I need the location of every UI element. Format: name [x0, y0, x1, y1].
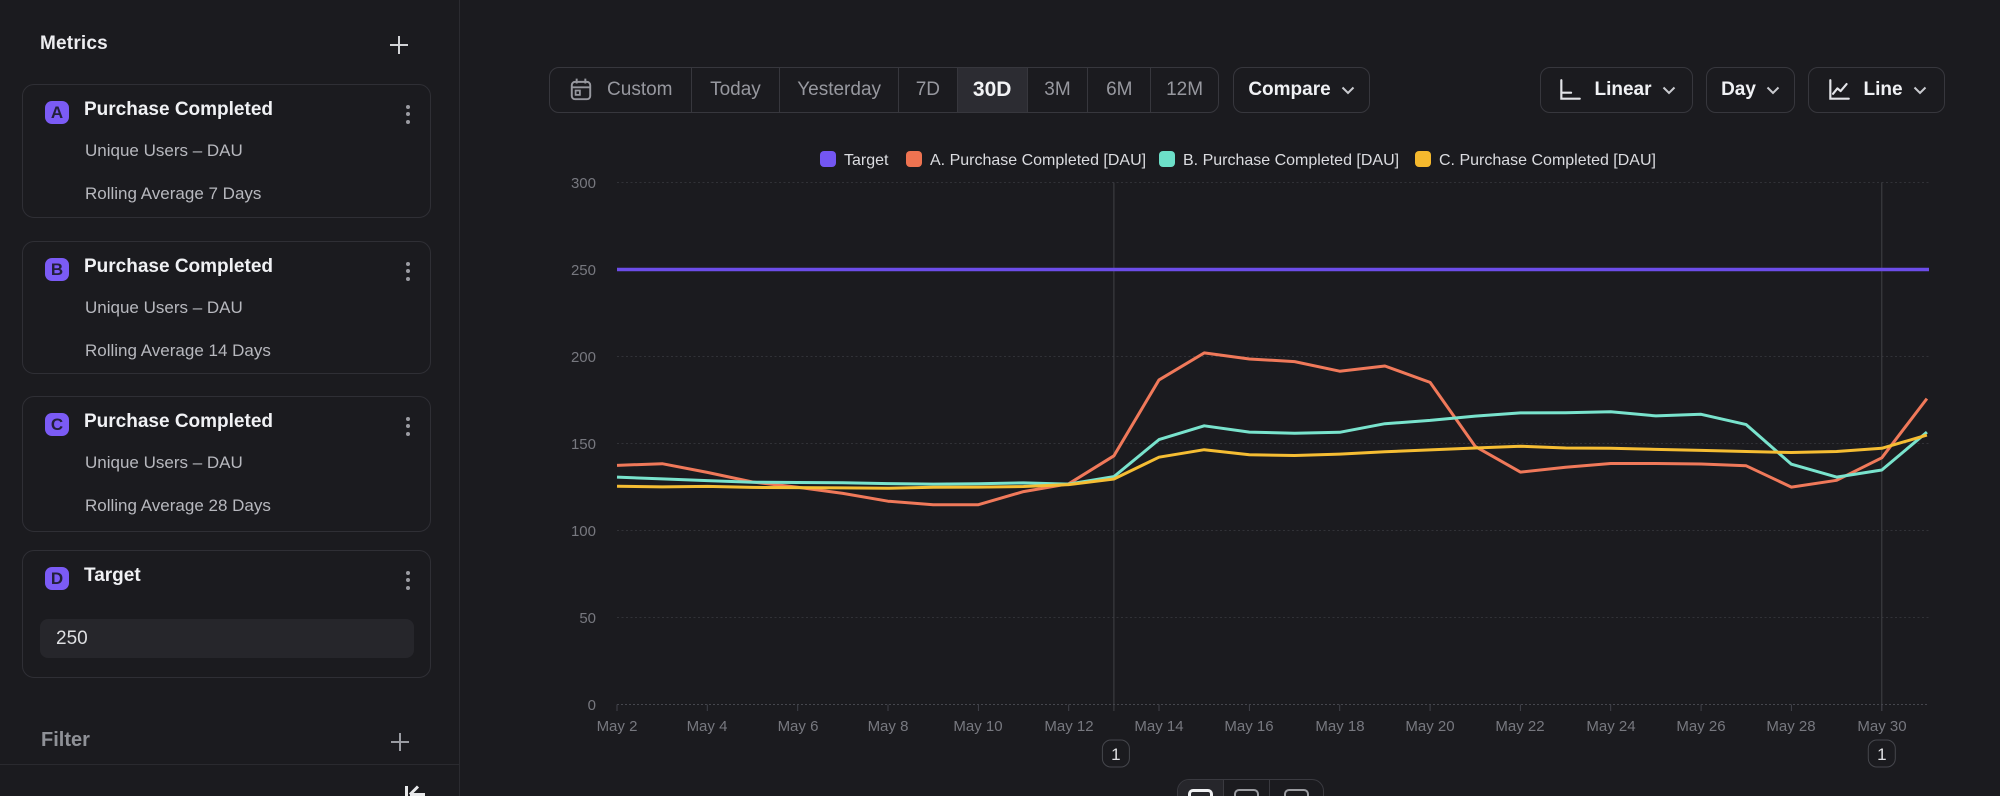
svg-text:May 18: May 18: [1315, 718, 1364, 735]
svg-text:100: 100: [571, 523, 596, 540]
svg-text:May 24: May 24: [1586, 718, 1635, 735]
svg-text:May 28: May 28: [1766, 718, 1815, 735]
svg-text:May 2: May 2: [597, 718, 638, 735]
svg-text:May 22: May 22: [1495, 718, 1544, 735]
svg-text:May 8: May 8: [868, 718, 909, 735]
svg-text:May 6: May 6: [778, 718, 819, 735]
svg-text:May 4: May 4: [687, 718, 728, 735]
svg-text:300: 300: [571, 175, 596, 192]
svg-text:B. Purchase Completed [DAU]: B. Purchase Completed [DAU]: [1183, 152, 1399, 169]
svg-text:May 16: May 16: [1224, 718, 1273, 735]
svg-text:A. Purchase Completed [DAU]: A. Purchase Completed [DAU]: [930, 152, 1146, 169]
svg-text:0: 0: [588, 697, 596, 714]
svg-text:1: 1: [1877, 745, 1886, 764]
svg-text:May 26: May 26: [1676, 718, 1725, 735]
svg-text:250: 250: [571, 262, 596, 279]
svg-text:150: 150: [571, 436, 596, 453]
svg-text:May 14: May 14: [1134, 718, 1183, 735]
svg-text:1: 1: [1111, 745, 1120, 764]
svg-text:May 20: May 20: [1405, 718, 1454, 735]
svg-text:Target: Target: [844, 152, 889, 169]
svg-text:May 12: May 12: [1044, 718, 1093, 735]
svg-text:C. Purchase Completed [DAU]: C. Purchase Completed [DAU]: [1439, 152, 1656, 169]
svg-text:200: 200: [571, 349, 596, 366]
svg-text:50: 50: [579, 610, 596, 627]
svg-text:May 30: May 30: [1857, 718, 1906, 735]
svg-text:May 10: May 10: [953, 718, 1002, 735]
